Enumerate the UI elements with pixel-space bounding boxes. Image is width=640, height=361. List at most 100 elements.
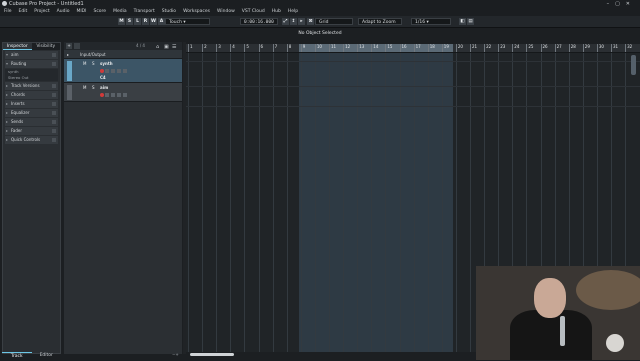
menu-item-media[interactable]: Media bbox=[113, 9, 127, 14]
write-icon[interactable] bbox=[117, 69, 122, 73]
menu-item-window[interactable]: Window bbox=[217, 9, 235, 14]
title-bar: Cubase Pro Project - Untitled1 –▢✕ bbox=[0, 0, 640, 8]
mode-button-a[interactable]: A bbox=[158, 18, 165, 25]
time-display[interactable]: 0:00:16.000 bbox=[240, 18, 278, 25]
color-icon[interactable]: ▤ bbox=[467, 18, 474, 25]
inspector-routing-header[interactable]: ▾ Routing bbox=[5, 60, 58, 68]
tool-range-icon[interactable]: ↕ bbox=[290, 18, 297, 25]
snap-toggle[interactable]: ⊠ bbox=[307, 18, 315, 25]
tab-inspector[interactable]: Inspector bbox=[3, 43, 32, 50]
inspector-track-header[interactable]: ▾ aim bbox=[5, 51, 58, 59]
menu-item-hub[interactable]: Hub bbox=[272, 9, 281, 14]
track-count: 4 / 4 bbox=[136, 43, 145, 48]
automation-mode-select[interactable]: Touch ▾ bbox=[165, 18, 210, 25]
edit-icon[interactable] bbox=[123, 93, 128, 97]
tool-select-icon[interactable]: ⤢ bbox=[282, 18, 289, 25]
ruler-bar-11: 11 bbox=[329, 44, 336, 52]
chevron-right-icon: ▸ bbox=[6, 92, 9, 97]
mode-button-w[interactable]: W bbox=[150, 18, 157, 25]
read-icon[interactable] bbox=[111, 93, 116, 97]
zoom-mode-select[interactable]: Adapt to Zoom bbox=[358, 18, 402, 25]
menu-item-audio[interactable]: Audio bbox=[57, 9, 70, 14]
zoom-controls[interactable]: −+ bbox=[172, 352, 179, 357]
inspector-section-quick-controls[interactable]: ▸ Quick Controls bbox=[5, 136, 58, 144]
ruler-bar-16: 16 bbox=[399, 44, 407, 52]
webcam-overlay bbox=[476, 266, 640, 360]
ruler-bar-29: 29 bbox=[582, 44, 590, 52]
menu-item-file[interactable]: File bbox=[4, 9, 12, 14]
inspector-panel: Inspector Visibility ▾ aim ▾ Routing synth… bbox=[2, 42, 61, 354]
mode-button-s[interactable]: S bbox=[126, 18, 133, 25]
routing-panel[interactable]: synth Stereo Out bbox=[5, 69, 58, 81]
inspector-section-inserts[interactable]: ▸ Inserts bbox=[5, 100, 58, 108]
add-track-icon[interactable]: + bbox=[66, 43, 72, 49]
track-presets-icon[interactable] bbox=[74, 43, 80, 49]
menu-item-help[interactable]: Help bbox=[288, 9, 298, 14]
cubase-logo-icon bbox=[2, 1, 7, 6]
routing-output[interactable]: Stereo Out bbox=[8, 75, 55, 81]
inspector-section-track-versions[interactable]: ▸ Track Versions bbox=[5, 82, 58, 90]
inspector-section-chords[interactable]: ▸ Chords bbox=[5, 91, 58, 99]
menu-item-workspaces[interactable]: Workspaces bbox=[183, 9, 210, 14]
solo-button[interactable]: S bbox=[92, 61, 95, 66]
write-icon[interactable] bbox=[117, 93, 122, 97]
horizontal-scrollbar[interactable] bbox=[190, 353, 234, 356]
ruler-bar-21: 21 bbox=[470, 44, 477, 52]
menu-item-vst-cloud[interactable]: VST Cloud bbox=[242, 9, 265, 14]
automation-mode-value: Touch bbox=[169, 20, 182, 25]
ruler-bar-27: 27 bbox=[554, 44, 562, 52]
quantize-select[interactable]: 1/16 ▾ bbox=[411, 18, 451, 25]
mute-button[interactable]: M bbox=[83, 61, 86, 66]
ruler-bar-28: 28 bbox=[568, 44, 576, 52]
ruler-bar-24: 24 bbox=[512, 44, 519, 52]
monitor-icon[interactable] bbox=[105, 69, 110, 73]
menu-item-transport[interactable]: Transport bbox=[134, 9, 155, 14]
chevron-down-icon: ▾ bbox=[6, 52, 9, 57]
snap-type-select[interactable]: Grid bbox=[315, 18, 353, 25]
menu-item-edit[interactable]: Edit bbox=[19, 9, 28, 14]
menu-item-score[interactable]: Score bbox=[93, 9, 106, 14]
folder-track[interactable]: ▸ Input/Output bbox=[64, 50, 182, 59]
tab-track[interactable]: Track bbox=[2, 352, 32, 360]
tool-mute-icon[interactable]: ▸ bbox=[298, 18, 305, 25]
inspector-section-sends[interactable]: ▸ Sends bbox=[5, 118, 58, 126]
ruler[interactable]: 1 2 3 4 5 6 7 8 9 10 11 12 13 14 15 16 17 18 19 20 21 22 23 24 2… bbox=[186, 44, 640, 53]
ruler-bar-10: 10 bbox=[314, 44, 322, 52]
track-aim[interactable]: M S aim bbox=[64, 83, 182, 102]
lane-aim bbox=[186, 87, 640, 107]
monitor-icon[interactable] bbox=[105, 93, 110, 97]
ruler-bar-32: 32 bbox=[625, 44, 632, 52]
menu-item-project[interactable]: Project bbox=[34, 9, 49, 14]
ruler-bar-8: 8 bbox=[286, 44, 291, 52]
chevron-right-icon: ▸ bbox=[6, 110, 9, 115]
record-enable-icon[interactable] bbox=[100, 69, 104, 73]
ruler-bar-25: 25 bbox=[526, 44, 533, 52]
lower-zone-tabs: Track Editor bbox=[2, 352, 61, 360]
toolbar-end-icons[interactable]: ◧ ▤ bbox=[459, 18, 475, 25]
solo-button[interactable]: S bbox=[92, 85, 95, 90]
menu-item-midi[interactable]: MIDI bbox=[76, 9, 86, 14]
snap-icon[interactable]: ⊠ bbox=[307, 18, 314, 25]
quantize-apply-icon[interactable]: ◧ bbox=[459, 18, 466, 25]
tool-icons[interactable]: ⤢ ↕ ▸ bbox=[282, 18, 306, 25]
track-name-aim[interactable]: aim bbox=[100, 85, 108, 90]
record-enable-icon[interactable] bbox=[100, 93, 104, 97]
track-synth[interactable]: M S synth C4 bbox=[64, 59, 182, 83]
mode-button-r[interactable]: R bbox=[142, 18, 149, 25]
mode-button-m[interactable]: M bbox=[118, 18, 125, 25]
track-list: + 4 / 4 ⌂ ▣ ☰ ▸ Input/Output M S synth C… bbox=[64, 42, 182, 354]
status-text: No Object Selected bbox=[298, 31, 342, 36]
edit-icon[interactable] bbox=[123, 69, 128, 73]
tab-editor[interactable]: Editor bbox=[32, 352, 62, 360]
mode-button-l[interactable]: L bbox=[134, 18, 141, 25]
menu-item-studio[interactable]: Studio bbox=[162, 9, 176, 14]
inspector-section-equalizer[interactable]: ▸ Equalizer bbox=[5, 109, 58, 117]
vertical-scrollbar[interactable] bbox=[631, 55, 636, 75]
window-controls[interactable]: –▢✕ bbox=[607, 0, 636, 8]
inspector-section-label: Fader bbox=[11, 128, 23, 133]
mute-button[interactable]: M bbox=[83, 85, 86, 90]
read-icon[interactable] bbox=[111, 69, 116, 73]
tab-visibility[interactable]: Visibility bbox=[31, 43, 60, 50]
track-name-synth[interactable]: synth bbox=[100, 61, 113, 66]
inspector-section-fader[interactable]: ▸ Fader bbox=[5, 127, 58, 135]
